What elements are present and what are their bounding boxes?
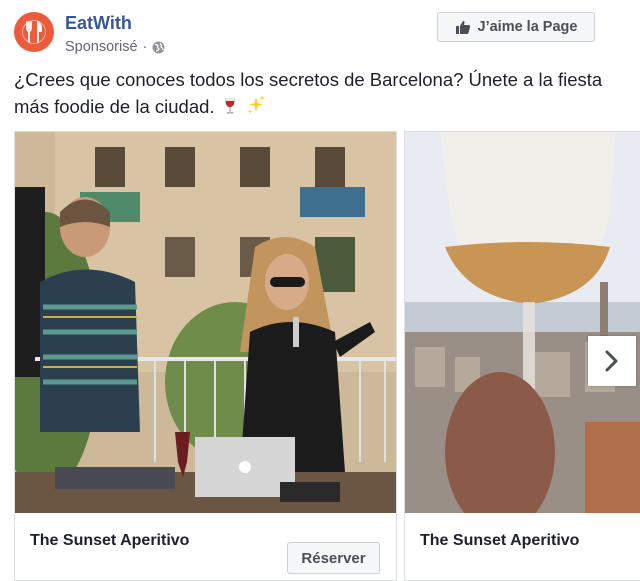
post-message: ¿Crees que conoces todos los secretos de… — [14, 69, 603, 117]
sponsored-line: Sponsorisé · — [65, 39, 165, 55]
separator-dot: · — [142, 39, 148, 55]
card-image-wine-glass[interactable] — [405, 132, 640, 513]
page-avatar[interactable] — [14, 12, 54, 52]
carousel-card[interactable]: The Sunset Aperitivo Réserver — [14, 131, 397, 581]
carousel: The Sunset Aperitivo Réserver The Sunset… — [14, 131, 640, 581]
fork-knife-logo-icon — [22, 20, 46, 44]
carousel-next-button[interactable] — [588, 336, 636, 386]
like-page-label: J’aime la Page — [477, 19, 578, 35]
chevron-right-icon — [605, 350, 618, 372]
like-page-button[interactable]: J’aime la Page — [437, 12, 595, 42]
card-image-rooftop-dj[interactable] — [15, 132, 396, 513]
page-name-link[interactable]: EatWith — [65, 13, 132, 34]
globe-icon[interactable] — [152, 41, 165, 54]
sparkles-emoji — [247, 95, 265, 114]
post-text: ¿Crees que conoces todos los secretos de… — [14, 66, 626, 120]
wine-glass-emoji — [224, 98, 235, 114]
thumbs-up-icon — [455, 20, 470, 34]
card-title[interactable]: The Sunset Aperitivo — [30, 532, 189, 550]
reserve-button[interactable]: Réserver — [287, 542, 380, 574]
sponsored-label[interactable]: Sponsorisé — [65, 39, 138, 55]
post-header: EatWith Sponsorisé · J’aime la Page — [14, 10, 626, 60]
card-title[interactable]: The Sunset Aperitivo — [420, 532, 579, 550]
